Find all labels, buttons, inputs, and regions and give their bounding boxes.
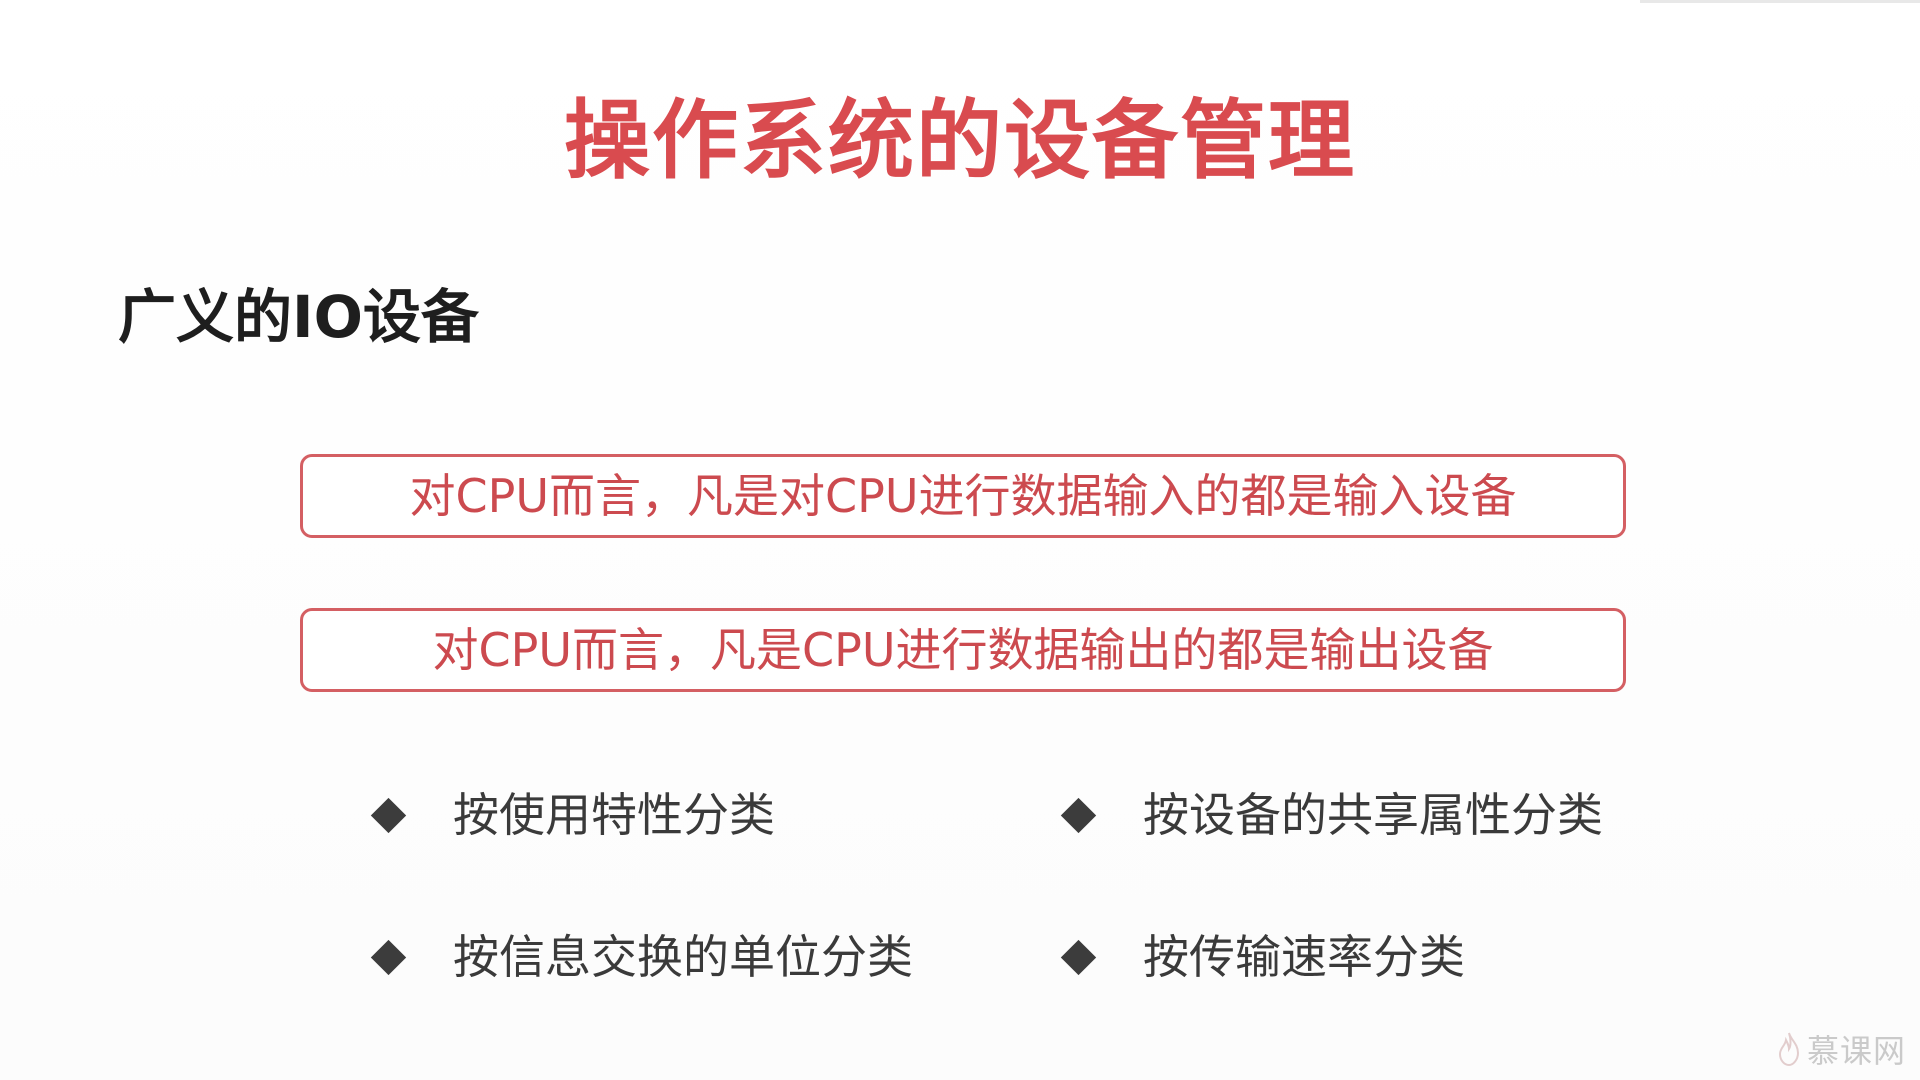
section-heading: 广义的IO设备 bbox=[118, 283, 479, 351]
imooc-watermark: 慕课网 bbox=[1777, 1026, 1906, 1072]
slide-title: 操作系统的设备管理 bbox=[564, 91, 1356, 191]
bullet-label: 按信息交换的单位分类 bbox=[453, 930, 913, 984]
bullet-exchange-unit-classification: 按信息交换的单位分类 bbox=[368, 922, 913, 992]
bullet-label: 按使用特性分类 bbox=[453, 788, 775, 842]
bullet-label: 按设备的共享属性分类 bbox=[1143, 788, 1603, 842]
diamond-bullet-icon bbox=[1060, 797, 1097, 833]
flame-icon bbox=[1778, 1032, 1799, 1066]
input-device-definition-box: 对CPU而言，凡是对CPU进行数据输入的都是输入设备 bbox=[300, 454, 1626, 538]
output-device-definition-text: 对CPU而言，凡是CPU进行数据输出的都是输出设备 bbox=[432, 623, 1494, 677]
input-device-definition-text: 对CPU而言，凡是对CPU进行数据输入的都是输入设备 bbox=[409, 469, 1517, 523]
diamond-bullet-icon bbox=[1060, 939, 1097, 975]
watermark-text: 慕课网 bbox=[1806, 1032, 1906, 1070]
bullet-transfer-rate-classification: 按传输速率分类 bbox=[1058, 922, 1465, 992]
bullet-usage-classification: 按使用特性分类 bbox=[368, 780, 775, 850]
bullet-sharing-classification: 按设备的共享属性分类 bbox=[1058, 780, 1603, 850]
bullet-label: 按传输速率分类 bbox=[1143, 930, 1465, 984]
output-device-definition-box: 对CPU而言，凡是CPU进行数据输出的都是输出设备 bbox=[300, 608, 1626, 692]
slide: 操作系统的设备管理 广义的IO设备 对CPU而言，凡是对CPU进行数据输入的都是… bbox=[0, 0, 1920, 1080]
diamond-bullet-icon bbox=[370, 797, 407, 833]
top-edge-line bbox=[1640, 0, 1920, 3]
diamond-bullet-icon bbox=[370, 939, 407, 975]
